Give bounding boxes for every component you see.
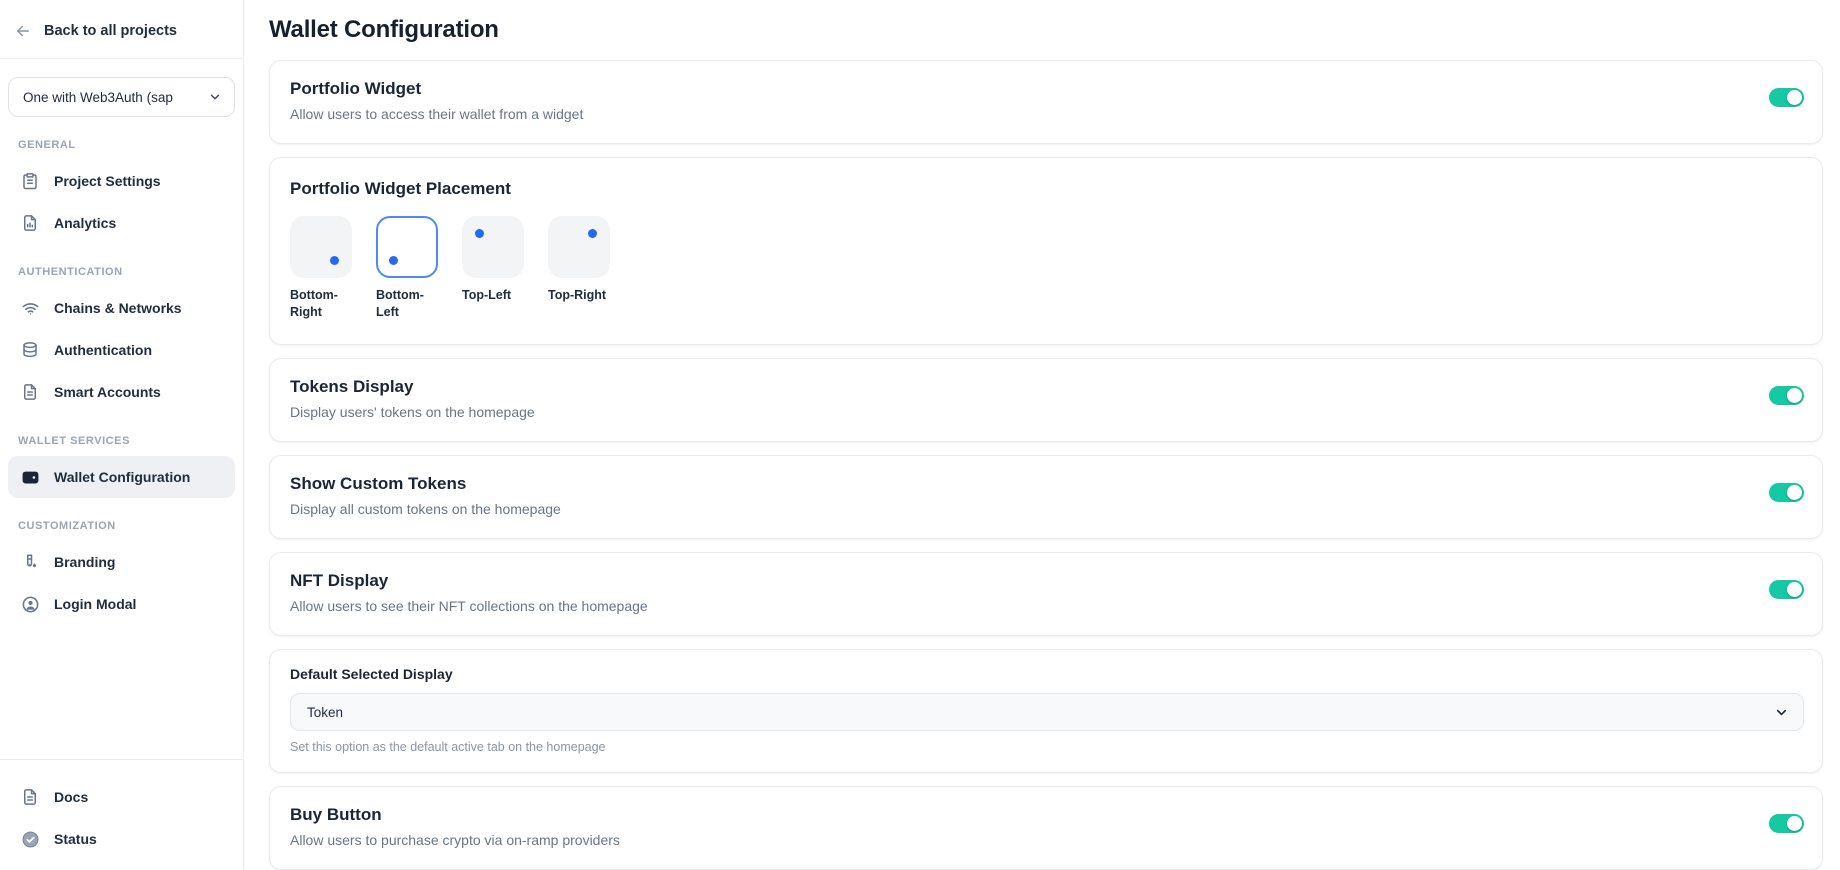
buy-button-toggle[interactable] [1769, 814, 1804, 833]
card-portfolio-widget: Portfolio Widget Allow users to access t… [269, 60, 1823, 144]
file-icon [20, 382, 40, 402]
card-title: Tokens Display [290, 376, 535, 398]
sidebar-item-label: Docs [54, 789, 88, 805]
tokens-display-toggle[interactable] [1769, 386, 1804, 405]
doc-icon [20, 787, 40, 807]
network-icon [20, 298, 40, 318]
select-helper-text: Set this option as the default active ta… [290, 740, 1804, 754]
analytics-icon [20, 213, 40, 233]
sidebar-item-wallet-configuration[interactable]: Wallet Configuration [8, 456, 235, 498]
toggle-knob [1787, 485, 1802, 500]
section-label-customization: CUSTOMIZATION [18, 520, 225, 532]
placement-label: Top-Left [462, 287, 524, 304]
section-label-authentication: AUTHENTICATION [18, 266, 225, 278]
placement-dot [475, 229, 484, 238]
card-title: Portfolio Widget [290, 78, 583, 100]
placement-tile [548, 216, 610, 278]
select-label: Default Selected Display [290, 666, 1804, 682]
sidebar-item-label: Login Modal [54, 596, 136, 612]
main-content: Wallet Configuration Portfolio Widget Al… [244, 0, 1840, 870]
card-show-custom-tokens: Show Custom Tokens Display all custom to… [269, 455, 1823, 539]
sidebar: Back to all projects One with Web3Auth (… [0, 0, 244, 870]
sidebar-item-login-modal[interactable]: Login Modal [8, 583, 235, 625]
sidebar-item-authentication[interactable]: Authentication [8, 329, 235, 371]
project-selector-dropdown[interactable]: One with Web3Auth (sap [8, 77, 235, 117]
wallet-icon [20, 467, 40, 487]
placement-option-bottom-right[interactable]: Bottom-Right [290, 216, 352, 320]
database-icon [20, 340, 40, 360]
section-label-wallet-services: WALLET SERVICES [18, 435, 225, 447]
sidebar-item-label: Branding [54, 554, 115, 570]
placement-option-top-right[interactable]: Top-Right [548, 216, 610, 320]
card-description: Allow users to purchase crypto via on-ra… [290, 830, 620, 850]
sidebar-item-label: Smart Accounts [54, 384, 161, 400]
user-icon [20, 594, 40, 614]
clipboard-icon [20, 171, 40, 191]
sidebar-item-status[interactable]: Status [8, 818, 235, 860]
page-title: Wallet Configuration [269, 16, 1823, 44]
placement-option-top-left[interactable]: Top-Left [462, 216, 524, 320]
sidebar-item-label: Wallet Configuration [54, 469, 190, 485]
placement-tile [290, 216, 352, 278]
card-description: Display all custom tokens on the homepag… [290, 499, 561, 519]
card-title: Portfolio Widget Placement [290, 178, 1802, 200]
card-default-selected-display: Default Selected Display Token Set this … [269, 649, 1823, 773]
brush-icon [20, 552, 40, 572]
chevron-down-icon [1774, 705, 1789, 720]
placement-dot [389, 256, 398, 265]
placement-options: Bottom-Right Bottom-Left Top-Left Top-Ri… [290, 216, 1802, 320]
sidebar-footer: Docs Status [0, 759, 243, 870]
show-custom-tokens-toggle[interactable] [1769, 483, 1804, 502]
toggle-knob [1787, 582, 1802, 597]
sidebar-item-label: Analytics [54, 215, 116, 231]
card-description: Allow users to access their wallet from … [290, 104, 583, 124]
back-label: Back to all projects [44, 23, 177, 39]
card-buy-button: Buy Button Allow users to purchase crypt… [269, 786, 1823, 870]
placement-tile [462, 216, 524, 278]
nft-display-toggle[interactable] [1769, 580, 1804, 599]
toggle-knob [1787, 388, 1802, 403]
chevron-down-icon [208, 90, 222, 104]
card-description: Allow users to see their NFT collections… [290, 596, 648, 616]
placement-dot [588, 229, 597, 238]
sidebar-item-analytics[interactable]: Analytics [8, 202, 235, 244]
portfolio-widget-toggle[interactable] [1769, 88, 1804, 107]
sidebar-item-label: Status [54, 831, 97, 847]
sidebar-item-project-settings[interactable]: Project Settings [8, 160, 235, 202]
card-title: Buy Button [290, 804, 620, 826]
sidebar-nav: GENERAL Project Settings Analytics AUTHE… [0, 117, 243, 625]
sidebar-item-smart-accounts[interactable]: Smart Accounts [8, 371, 235, 413]
placement-label: Bottom-Left [376, 287, 438, 320]
placement-option-bottom-left[interactable]: Bottom-Left [376, 216, 438, 320]
placement-dot [330, 256, 339, 265]
sidebar-item-branding[interactable]: Branding [8, 541, 235, 583]
card-tokens-display: Tokens Display Display users' tokens on … [269, 358, 1823, 442]
back-to-projects-link[interactable]: Back to all projects [0, 0, 243, 59]
placement-tile [376, 216, 438, 278]
sidebar-item-docs[interactable]: Docs [8, 776, 235, 818]
sidebar-item-chains-networks[interactable]: Chains & Networks [8, 287, 235, 329]
placement-label: Top-Right [548, 287, 610, 304]
card-description: Display users' tokens on the homepage [290, 402, 535, 422]
select-value: Token [307, 705, 343, 720]
card-title: Show Custom Tokens [290, 473, 561, 495]
sidebar-item-label: Authentication [54, 342, 152, 358]
card-portfolio-widget-placement: Portfolio Widget Placement Bottom-Right … [269, 157, 1823, 345]
toggle-knob [1787, 90, 1802, 105]
card-nft-display: NFT Display Allow users to see their NFT… [269, 552, 1823, 636]
default-display-select[interactable]: Token [290, 693, 1804, 731]
sidebar-item-label: Chains & Networks [54, 300, 182, 316]
section-label-general: GENERAL [18, 139, 225, 151]
status-check-icon [20, 829, 40, 849]
placement-label: Bottom-Right [290, 287, 352, 320]
project-selector-value: One with Web3Auth (sap [23, 90, 173, 105]
card-title: NFT Display [290, 570, 648, 592]
back-arrow-icon [14, 22, 32, 40]
toggle-knob [1787, 816, 1802, 831]
sidebar-item-label: Project Settings [54, 173, 161, 189]
